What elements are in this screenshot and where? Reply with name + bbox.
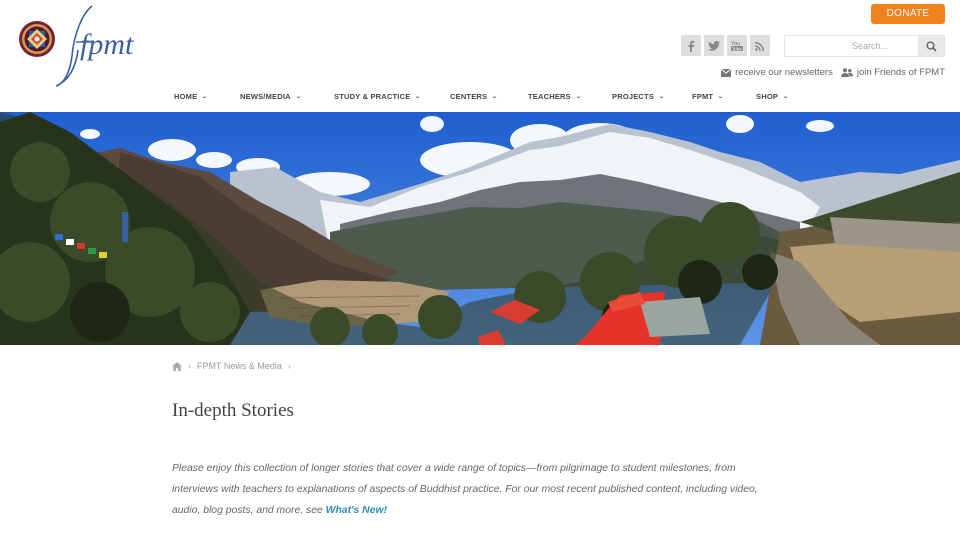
intro-text: Please enjoy this collection of longer s… [172,463,758,516]
breadcrumb-separator: › [188,361,191,371]
nav-item-label: FPMT [692,92,714,101]
envelope-icon [721,68,732,77]
chevron-down-icon: ⌄ [491,94,499,100]
nav-item-teachers[interactable]: TEACHERS ⌄ [528,92,582,101]
whats-new-link[interactable]: What's New! [326,505,387,516]
fpmt-seal-icon [19,21,55,57]
nav-item-study-practice[interactable]: STUDY & PRACTICE ⌄ [334,92,421,101]
breadcrumb-item-news-media[interactable]: FPMT News & Media [197,361,282,371]
page-title: In-depth Stories [172,400,294,421]
nav-item-label: CENTERS [450,92,488,101]
newsletter-link[interactable]: receive our newsletters [721,67,833,78]
users-icon [840,68,853,77]
youtube-icon[interactable]: You Tube [727,35,747,56]
chevron-down-icon: ⌄ [294,94,302,100]
search-box [784,35,945,57]
chevron-down-icon: ⌄ [782,94,790,100]
home-icon[interactable] [172,361,182,371]
chevron-down-icon: ⌄ [717,94,725,100]
chevron-down-icon: ⌄ [658,94,666,100]
chevron-down-icon: ⌄ [201,94,209,100]
search-input[interactable] [785,36,920,56]
fpmt-wordmark: fpmt [55,5,134,87]
breadcrumb-separator: › [287,361,291,371]
facebook-icon[interactable] [681,35,701,56]
nav-item-shop[interactable]: SHOP ⌄ [756,92,790,101]
newsletter-link-label: receive our newsletters [735,67,833,78]
svg-text:fpmt: fpmt [80,28,134,61]
fpmt-logo[interactable]: fpmt [18,4,138,88]
nav-item-label: SHOP [756,92,779,101]
chevron-down-icon: ⌄ [575,94,582,100]
social-links: You Tube [681,35,770,56]
friends-link[interactable]: join Friends of FPMT [840,67,945,78]
nav-item-label: PROJECTS [612,92,655,101]
nav-item-fpmt[interactable]: FPMT ⌄ [692,92,725,101]
site-header: fpmt DONATE YouTube receive our newslett… [0,0,960,112]
utility-links: receive our newsletters join Friends of … [721,67,945,78]
hero-banner-image [0,112,960,345]
search-icon [925,40,937,52]
rss-icon[interactable] [750,35,770,56]
nav-item-home[interactable]: HOME ⌄ [174,92,208,101]
svg-text:Tube: Tube [732,46,742,51]
breadcrumb: › FPMT News & Media › [172,361,291,371]
friends-link-label: join Friends of FPMT [856,67,945,78]
search-button[interactable] [918,36,944,56]
nav-item-label: TEACHERS [528,92,571,101]
nav-item-label: NEWS/MEDIA [240,92,291,101]
donate-button[interactable]: DONATE [871,4,945,24]
nav-item-centers[interactable]: CENTERS ⌄ [450,92,499,101]
main-nav: HOME ⌄ NEWS/MEDIA ⌄ STUDY & PRACTICE ⌄ CENT… [0,92,960,106]
twitter-icon[interactable] [704,35,724,56]
nav-item-news-media[interactable]: NEWS/MEDIA ⌄ [240,92,301,101]
nav-item-projects[interactable]: PROJECTS ⌄ [612,92,666,101]
nav-item-label: STUDY & PRACTICE [334,92,411,101]
chevron-down-icon: ⌄ [414,94,422,100]
nav-item-label: HOME [174,92,198,101]
intro-paragraph: Please enjoy this collection of longer s… [172,458,772,521]
